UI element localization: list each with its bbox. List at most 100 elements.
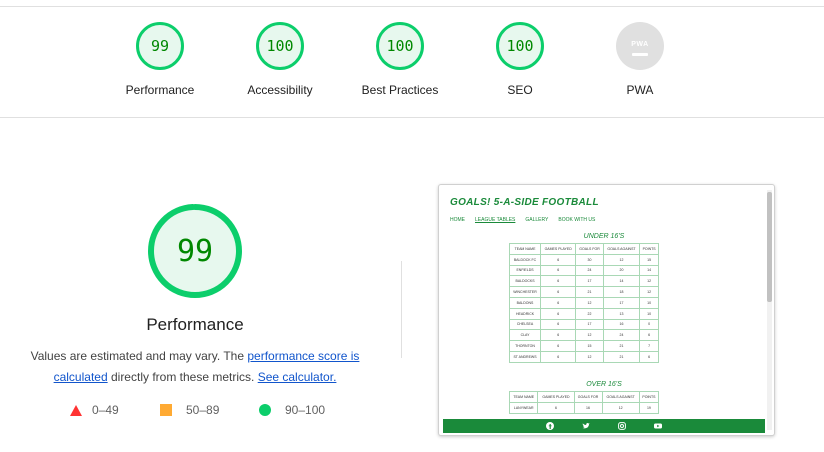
table-cell: BALDOCKS <box>508 275 542 288</box>
league-table-over-16: TEAM NAME GAMES PLAYED GOALS FOR GOALS AGAI… <box>508 391 660 414</box>
site-nav-book: BOOK WITH US <box>558 217 596 223</box>
table-cell: 12 <box>575 329 604 342</box>
table-cell: 10 <box>639 296 659 309</box>
pwa-dash <box>632 52 648 56</box>
gauge-label: PWA <box>626 83 654 97</box>
table-cell: 19 <box>638 401 660 414</box>
table-cell: 6 <box>540 275 577 288</box>
vertical-divider <box>401 261 402 358</box>
table-row: BALDOCK FC 6 30 12 15 <box>508 253 659 266</box>
gauge-ring: 99 <box>136 22 184 70</box>
section-title-over-16: OVER 16'S <box>586 381 622 388</box>
performance-title: Performance <box>146 315 244 334</box>
legend-average: 50–89 <box>160 403 219 417</box>
table-row: CLAY 6 12 24 6 <box>508 329 659 342</box>
table-cell: 6 <box>540 318 577 331</box>
legend-fail-label: 0–49 <box>92 403 119 417</box>
orange-square-icon <box>160 404 172 416</box>
section-divider <box>0 117 824 118</box>
twitter-icon <box>582 422 590 430</box>
table-cell: 7 <box>639 340 659 352</box>
facebook-icon <box>546 422 554 430</box>
table-row: ST ANDREWS 6 12 21 6 <box>508 350 659 363</box>
desc-text: directly from these metrics. <box>107 370 258 384</box>
site-nav-home: HOME <box>450 217 465 223</box>
site-title: GOALS! 5-A-SIDE FOOTBALL <box>450 197 599 208</box>
table-cell: BALDONS <box>508 296 542 309</box>
table-cell: 18 <box>602 286 641 298</box>
red-triangle-icon <box>70 404 82 416</box>
table-cell: 6 <box>540 340 577 352</box>
table-header-cell: GAMES PLAYED <box>540 243 577 255</box>
table-row: CHELSEA 6 17 16 0 <box>508 318 659 331</box>
gauge-label: Best Practices <box>361 83 439 97</box>
site-nav-gallery: GALLERY <box>525 217 549 223</box>
gauge-ring: 100 <box>376 22 424 70</box>
table-cell: 16 <box>602 318 641 331</box>
table-cell: CHELSEA <box>508 318 542 331</box>
table-cell: 12 <box>639 286 659 298</box>
table-row: BALDOCKS 6 17 14 12 <box>508 275 659 288</box>
table-cell: 6 <box>540 350 577 363</box>
table-cell: 21 <box>602 340 641 352</box>
site-nav: HOME LEAGUE TABLES GALLERY BOOK WITH US <box>450 217 595 223</box>
gauge-performance[interactable]: 99 Performance <box>100 22 220 97</box>
table-cell: 17 <box>602 296 641 309</box>
table-cell: 12 <box>602 253 641 266</box>
table-cell: HEADRICK <box>508 307 542 320</box>
league-table-under-16: TEAM NAME GAMES PLAYED GOALS FOR GOALS AGAI… <box>508 243 659 363</box>
table-cell: 21 <box>602 350 641 363</box>
final-screenshot[interactable]: GOALS! 5-A-SIDE FOOTBALL HOME LEAGUE TAB… <box>438 184 775 436</box>
table-cell: 6 <box>639 350 659 363</box>
gauge-label: SEO <box>507 83 533 97</box>
table-row: HEADRICK 6 22 13 10 <box>508 307 659 320</box>
table-cell: 13 <box>602 307 641 320</box>
table-row: BALDONS 6 12 17 10 <box>508 296 659 309</box>
table-header-cell: TEAM NAME <box>508 391 539 403</box>
score-gauges: 99 Performance 100 Accessibility 100 Bes… <box>100 22 700 102</box>
table-cell: 16 <box>573 401 603 414</box>
table-cell: 6 <box>540 253 577 266</box>
youtube-icon <box>654 422 662 430</box>
table-row: ENFIELDS 6 24 20 14 <box>508 264 659 277</box>
legend-fail: 0–49 <box>70 403 119 417</box>
table-cell: 0 <box>639 318 659 331</box>
legend-average-label: 50–89 <box>186 403 220 417</box>
table-cell: 15 <box>639 253 659 266</box>
table-cell: 12 <box>575 296 604 309</box>
table-cell: ST ANDREWS <box>508 350 542 363</box>
table-header-cell: TEAM NAME <box>508 243 542 255</box>
top-divider <box>0 6 824 7</box>
table-cell: 24 <box>575 264 604 277</box>
table-cell: THORNTON <box>508 340 542 352</box>
table-cell: WINCHESTER <box>508 286 542 298</box>
table-cell: CLAY <box>508 329 542 342</box>
table-row: LANYWEAR 6 16 12 19 <box>508 401 660 414</box>
green-circle-icon <box>259 404 271 416</box>
table-cell: 14 <box>639 264 659 277</box>
see-calculator-link[interactable]: See calculator. <box>258 370 337 384</box>
pwa-badge-icon: PWA <box>616 22 664 70</box>
table-cell: 6 <box>540 296 577 309</box>
table-cell: 21 <box>575 286 604 298</box>
table-cell: 24 <box>602 329 641 342</box>
legend-pass: 90–100 <box>259 403 325 417</box>
table-header-cell: POINTS <box>638 391 660 403</box>
table-cell: 6 <box>540 329 577 342</box>
table-cell: 22 <box>575 307 604 320</box>
table-cell: 6 <box>540 307 577 320</box>
table-cell: 6 <box>537 401 575 414</box>
gauge-score: 99 <box>150 37 170 55</box>
table-cell: 20 <box>602 264 641 277</box>
table-cell: 6 <box>639 329 659 342</box>
gauge-best-practices[interactable]: 100 Best Practices <box>340 22 460 97</box>
table-header-cell: GAMES PLAYED <box>537 391 575 403</box>
gauge-accessibility[interactable]: 100 Accessibility <box>220 22 340 97</box>
table-cell: 12 <box>575 350 604 363</box>
gauge-seo[interactable]: 100 SEO <box>460 22 580 97</box>
gauge-pwa[interactable]: PWA PWA <box>580 22 700 97</box>
table-cell: 12 <box>639 275 659 288</box>
table-row: THORNTON 6 15 21 7 <box>508 340 659 352</box>
screenshot-scrollbar <box>767 190 772 430</box>
table-header-cell: GOALS AGAINST <box>601 391 640 403</box>
